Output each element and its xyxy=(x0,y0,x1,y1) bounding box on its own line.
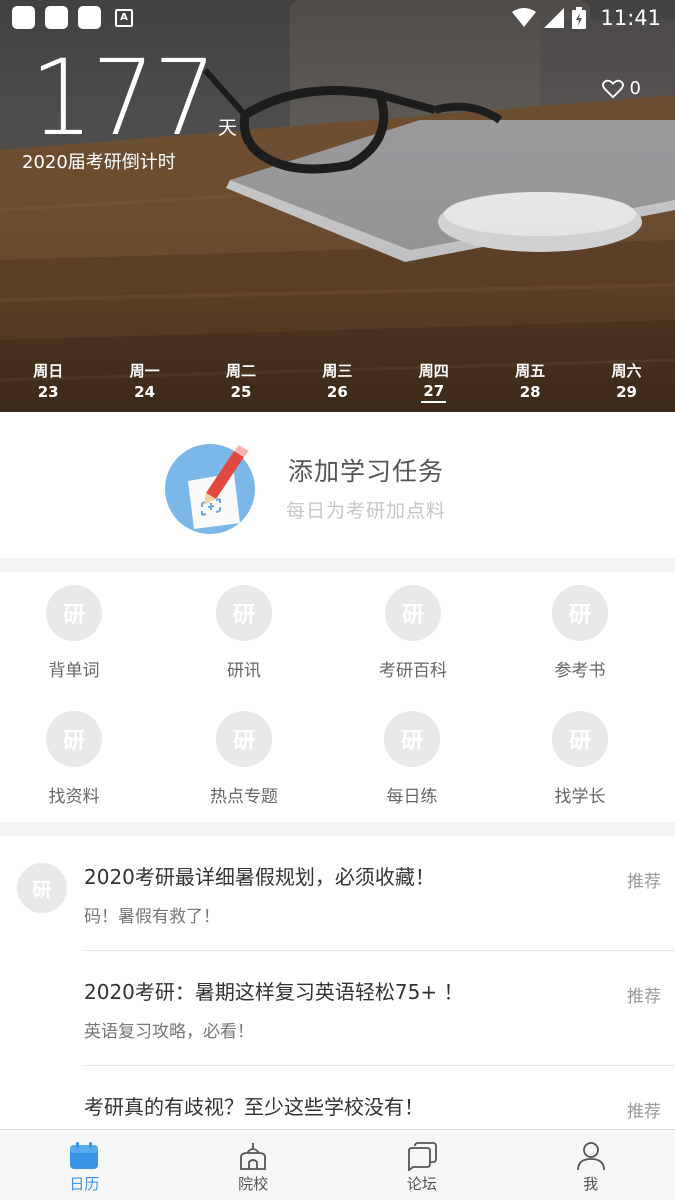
day-name: 周一 xyxy=(129,362,160,380)
add-task-subtitle: 每日为考研加点料 xyxy=(286,500,447,522)
day-monday[interactable]: 周一 24 xyxy=(96,356,192,412)
status-bar-right: 11:41 xyxy=(512,4,661,32)
app-notification-icon xyxy=(12,6,35,29)
placeholder-logo-icon: 研 xyxy=(216,711,272,767)
day-name: 周二 xyxy=(225,362,256,380)
placeholder-logo-icon: 研 xyxy=(46,585,102,641)
article-title: 考研真的有歧视？至少这些学校没有！ xyxy=(84,1095,424,1119)
countdown-days: 177 xyxy=(30,37,217,159)
add-task-title: 添加学习任务 xyxy=(288,457,445,486)
like-button[interactable]: 0 xyxy=(601,78,641,99)
tab-forum[interactable]: 论坛 xyxy=(338,1130,507,1200)
pencil-note-icon xyxy=(165,444,255,534)
grid-item-materials[interactable]: 研 找资料 xyxy=(4,711,144,807)
app-notification-icon xyxy=(78,6,101,29)
signal-icon xyxy=(544,8,565,28)
day-thursday-selected[interactable]: 周四 27 xyxy=(386,356,482,412)
grid-item-label: 背单词 xyxy=(48,661,100,681)
grid-item-label: 参考书 xyxy=(554,661,606,681)
feed-avatar: 研 xyxy=(17,863,67,913)
calendar-icon xyxy=(70,1142,99,1169)
day-name: 周日 xyxy=(33,362,64,380)
grid-item-label: 热点专题 xyxy=(210,787,278,807)
article-tag: 推荐 xyxy=(627,872,661,892)
placeholder-logo-icon: 研 xyxy=(46,711,102,767)
like-count: 0 xyxy=(629,78,641,99)
section-divider xyxy=(0,822,675,836)
article-summary: 码！暑假有救了！ xyxy=(84,907,220,927)
article-title: 2020考研：暑期这样复习英语轻松75+ ！ xyxy=(84,980,464,1004)
article-item[interactable]: 2020考研：暑期这样复习英语轻松75+ ！ 英语复习攻略，必看！ 推荐 xyxy=(84,951,675,1067)
grid-item-find-seniors[interactable]: 研 找学长 xyxy=(510,711,650,807)
day-friday[interactable]: 周五 28 xyxy=(482,356,578,412)
tab-label: 我 xyxy=(583,1175,599,1193)
accessibility-icon: A xyxy=(115,9,133,27)
clock-time: 11:41 xyxy=(600,6,661,30)
placeholder-logo-icon: 研 xyxy=(385,585,441,641)
grid-item-news[interactable]: 研 研讯 xyxy=(174,585,314,681)
tab-school[interactable]: 院校 xyxy=(169,1130,338,1200)
battery-icon xyxy=(572,7,587,29)
countdown-unit: 天 xyxy=(218,117,238,139)
forum-icon xyxy=(407,1142,437,1171)
article-title: 2020考研最详细暑假规划，必须收藏！ xyxy=(84,865,435,889)
day-date: 26 xyxy=(326,383,348,401)
grid-item-vocabulary[interactable]: 研 背单词 xyxy=(4,585,144,681)
article-tag: 推荐 xyxy=(627,1102,661,1122)
hero-banner: A 11:41 177 天 2020届考研倒计时 0 周日 23 周一 24 周二 2… xyxy=(0,0,675,412)
day-name: 周四 xyxy=(418,362,449,380)
day-date: 28 xyxy=(519,383,541,401)
grid-item-reference-books[interactable]: 研 参考书 xyxy=(510,585,650,681)
grid-item-label: 找资料 xyxy=(48,787,100,807)
day-date: 25 xyxy=(230,383,252,401)
day-saturday[interactable]: 周六 29 xyxy=(578,356,674,412)
article-summary: 英语复习攻略，必看！ xyxy=(84,1022,254,1042)
tab-me[interactable]: 我 xyxy=(506,1130,675,1200)
day-name: 周六 xyxy=(611,362,642,380)
tab-calendar[interactable]: 日历 xyxy=(0,1130,169,1200)
grid-item-label: 每日练 xyxy=(386,787,438,807)
bottom-tab-bar: 日历 院校 论坛 我 xyxy=(0,1129,675,1200)
app-notification-icon xyxy=(45,6,68,29)
tab-label: 日历 xyxy=(69,1175,100,1193)
tab-label: 论坛 xyxy=(406,1175,437,1193)
day-name: 周三 xyxy=(322,362,353,380)
day-name: 周五 xyxy=(515,362,546,380)
day-sunday[interactable]: 周日 23 xyxy=(0,356,96,412)
placeholder-logo-icon: 研 xyxy=(552,711,608,767)
placeholder-logo-icon: 研 xyxy=(552,585,608,641)
countdown-caption: 2020届考研倒计时 xyxy=(22,152,176,173)
grid-item-label: 研讯 xyxy=(227,661,261,681)
person-icon xyxy=(576,1142,605,1171)
grid-item-label: 找学长 xyxy=(554,787,606,807)
article-item[interactable]: 2020考研最详细暑假规划，必须收藏！ 码！暑假有救了！ 推荐 xyxy=(84,836,675,952)
day-date: 29 xyxy=(616,383,637,401)
grid-item-hot-topics[interactable]: 研 热点专题 xyxy=(174,711,314,807)
day-date: 24 xyxy=(134,383,156,401)
status-bar: A 11:41 xyxy=(0,0,675,36)
article-tag: 推荐 xyxy=(627,987,661,1007)
day-wednesday[interactable]: 周三 26 xyxy=(289,356,385,412)
day-date: 23 xyxy=(37,383,59,401)
school-icon xyxy=(240,1143,267,1170)
tab-label: 院校 xyxy=(238,1175,269,1193)
article-item[interactable]: 考研真的有歧视？至少这些学校没有！ 推荐 xyxy=(84,1066,675,1129)
section-divider xyxy=(0,558,675,572)
heart-icon xyxy=(601,79,624,98)
grid-item-encyclopedia[interactable]: 研 考研百科 xyxy=(343,585,483,681)
day-date: 27 xyxy=(421,381,447,403)
placeholder-logo-icon: 研 xyxy=(216,585,272,641)
grid-item-daily-practice[interactable]: 研 每日练 xyxy=(342,711,482,807)
placeholder-logo-icon: 研 xyxy=(384,711,440,767)
grid-item-label: 考研百科 xyxy=(379,661,447,681)
week-strip: 周日 23 周一 24 周二 25 周三 26 周四 27 周五 28 周六 29 xyxy=(0,356,675,412)
day-tuesday[interactable]: 周二 25 xyxy=(193,356,289,412)
wifi-icon xyxy=(512,8,537,27)
